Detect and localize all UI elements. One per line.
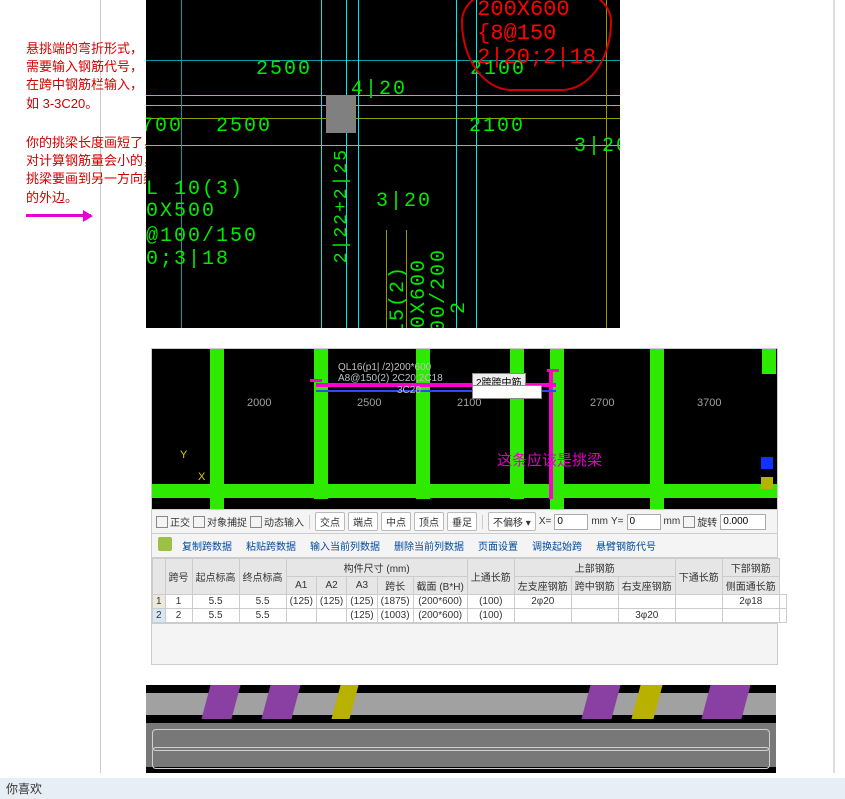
table-cell[interactable]: [779, 609, 786, 623]
table-cell[interactable]: [286, 609, 316, 623]
app-icon: [158, 537, 172, 551]
table-cell[interactable]: 1: [153, 595, 166, 609]
coord-x[interactable]: [554, 514, 588, 530]
table-cell[interactable]: [571, 609, 618, 623]
beam-label: 0X500: [146, 200, 216, 223]
snap-intersection[interactable]: 交点: [315, 512, 345, 531]
table-cell[interactable]: (200*600): [413, 595, 467, 609]
dim-label: 2500: [216, 115, 272, 138]
beam-label: @100/200: [428, 248, 451, 328]
rotate-chk[interactable]: 旋转: [683, 514, 717, 529]
offset-mode[interactable]: 不偏移 ▾: [488, 512, 536, 531]
axis-y: Y: [180, 449, 187, 461]
arrow-icon: [26, 214, 91, 217]
table-cell[interactable]: [514, 609, 571, 623]
table-cell[interactable]: [316, 609, 346, 623]
tab-del-col[interactable]: 删除当前列数据: [390, 537, 468, 554]
snap-perp[interactable]: 垂足: [447, 512, 477, 531]
beam-label: QL16(p1| /2)200*600: [338, 362, 431, 373]
beam-label: L 10(3): [146, 178, 244, 201]
rebar-label: 3|20: [574, 135, 620, 158]
axis-x: X: [198, 471, 205, 483]
cad-3d-view[interactable]: [146, 685, 776, 773]
table-cell[interactable]: 5.5: [192, 609, 239, 623]
beam-label: A8@150(2) 2C20;2C18: [338, 373, 443, 384]
table-cell[interactable]: [722, 609, 779, 623]
beam-label: 3C20: [397, 385, 421, 396]
tab-swap[interactable]: 调换起始跨: [528, 537, 586, 554]
table-cell[interactable]: [675, 609, 722, 623]
table-cell[interactable]: 3φ20: [618, 609, 675, 623]
annotation-inline: 这条应该是挑梁: [497, 449, 602, 470]
table-cell[interactable]: 5.5: [192, 595, 239, 609]
table-footer: [152, 623, 777, 664]
rebar-label: 4|20: [351, 78, 407, 101]
cad-viewport-1[interactable]: 2500 2100 700 2500 2100 4|20 3|20 3|20 2…: [146, 0, 620, 328]
rebar-label: 3|20: [376, 190, 432, 213]
table-cell[interactable]: [675, 595, 722, 609]
dim-label: 2500: [256, 58, 312, 81]
beam-label: 0;3|18: [146, 248, 230, 271]
table-cell[interactable]: 5.5: [239, 609, 286, 623]
table-cell[interactable]: (200*600): [413, 609, 467, 623]
table-cell[interactable]: (1875): [377, 595, 413, 609]
table-cell[interactable]: 5.5: [239, 595, 286, 609]
snap-toolbar: 正交 对象捕捉 动态输入 交点 端点 中点 顶点 垂足 不偏移 ▾ X= mm …: [152, 509, 777, 534]
table-cell[interactable]: 2φ18: [722, 595, 779, 609]
footer-text: 你喜欢: [6, 782, 42, 796]
table-cell[interactable]: 2φ20: [514, 595, 571, 609]
dim-label: 2700: [590, 397, 614, 409]
snap-vertex[interactable]: 顶点: [414, 512, 444, 531]
dim-label: 3700: [697, 397, 721, 409]
osnap-obj[interactable]: 对象捕捉: [193, 514, 247, 529]
rebar-label: 2|22+2|25: [332, 148, 352, 263]
table-cell[interactable]: (125): [347, 609, 377, 623]
osnap-dyn[interactable]: 动态输入: [250, 514, 304, 529]
tab-input-col[interactable]: 输入当前列数据: [306, 537, 384, 554]
dim-label: 2100: [469, 115, 525, 138]
table-cell[interactable]: (125): [286, 595, 316, 609]
annotation-1: 悬挑端的弯折形式， 需要输入钢筋代号， 在跨中钢筋栏输入， 如 3-3C20。: [26, 40, 143, 113]
beam-label: L5(2): [387, 265, 410, 328]
tab-page-setup[interactable]: 页面设置: [474, 537, 522, 554]
span-table[interactable]: 跨号 起点标高 终点标高 构件尺寸 (mm) 上通长筋 上部钢筋 下通长筋 下部…: [152, 558, 787, 623]
table-cell[interactable]: [779, 595, 786, 609]
table-cell[interactable]: [618, 595, 675, 609]
red-callout: 200X600 {8@150 2|20;2|18: [461, 0, 612, 91]
table-cell[interactable]: (100): [467, 595, 514, 609]
snap-midpoint[interactable]: 中点: [381, 512, 411, 531]
cad-viewport-2[interactable]: 2000 2500 2100 2700 3700 这条应该是挑梁 Y X QL1…: [152, 349, 777, 509]
tab-cantilever[interactable]: 悬臂钢筋代号: [592, 537, 660, 554]
tab-copy[interactable]: 复制跨数据: [178, 537, 236, 554]
table-cell[interactable]: 1: [165, 595, 192, 609]
beam-label: @100/150: [146, 225, 258, 248]
coord-y[interactable]: [627, 514, 661, 530]
table-cell[interactable]: 2: [165, 609, 192, 623]
table-cell[interactable]: (1003): [377, 609, 413, 623]
float-input[interactable]: [472, 385, 542, 399]
tab-paste[interactable]: 粘贴跨数据: [242, 537, 300, 554]
dim-label: 700: [146, 115, 183, 138]
table-cell[interactable]: (100): [467, 609, 514, 623]
model-and-table: 2000 2500 2100 2700 3700 这条应该是挑梁 Y X QL1…: [151, 348, 778, 665]
table-cell[interactable]: [571, 595, 618, 609]
content-area: 悬挑端的弯折形式， 需要输入钢筋代号， 在跨中钢筋栏输入， 如 3-3C20。 …: [101, 0, 834, 773]
snap-endpoint[interactable]: 端点: [348, 512, 378, 531]
dim-label: 2000: [247, 397, 271, 409]
beam-label: 2: [448, 300, 471, 314]
osnap-ortho[interactable]: 正交: [156, 514, 190, 529]
rotate-value[interactable]: [720, 514, 766, 530]
footer-bar: 你喜欢: [0, 778, 845, 799]
table-toolbar: 复制跨数据 粘贴跨数据 输入当前列数据 删除当前列数据 页面设置 调换起始跨 悬…: [152, 534, 777, 558]
annotation-2: 你的挑梁长度画短了， 对计算钢筋量会小的， 挑梁要画到另一方向梁 的外边。: [26, 134, 156, 207]
table-cell[interactable]: (125): [316, 595, 346, 609]
table-cell[interactable]: 2: [153, 609, 166, 623]
table-cell[interactable]: (125): [347, 595, 377, 609]
dim-label: 2500: [357, 397, 381, 409]
